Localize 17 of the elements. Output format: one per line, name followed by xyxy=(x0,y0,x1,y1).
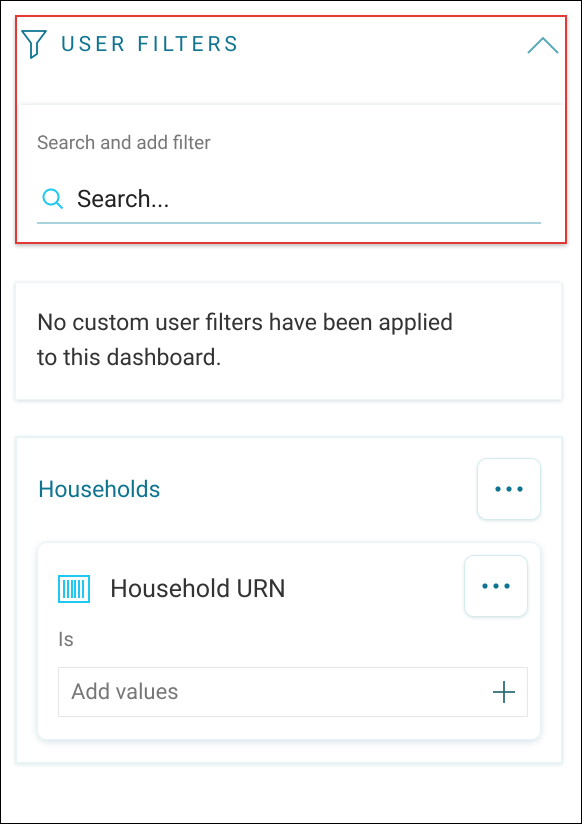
empty-notice: No custom user filters have been applied to this dashboard. xyxy=(15,282,562,400)
plus-icon xyxy=(492,680,516,704)
more-icon xyxy=(495,486,523,492)
operator-label: Is xyxy=(58,627,75,651)
more-icon xyxy=(482,583,510,589)
chevron-icon xyxy=(527,35,559,55)
panel-title: USER FILTERS xyxy=(61,33,241,57)
filter-icon xyxy=(21,30,47,60)
search-field[interactable]: Search... xyxy=(75,184,541,214)
group-title: Households xyxy=(38,476,160,502)
search-label: Search and add filter xyxy=(37,131,212,154)
collapse-button[interactable] xyxy=(527,35,559,55)
add-button[interactable] xyxy=(492,680,516,704)
filter-name: Household URN xyxy=(110,574,286,604)
barcode-icon xyxy=(58,575,90,603)
search-icon xyxy=(41,187,65,211)
values-field[interactable]: Add values xyxy=(58,667,528,717)
